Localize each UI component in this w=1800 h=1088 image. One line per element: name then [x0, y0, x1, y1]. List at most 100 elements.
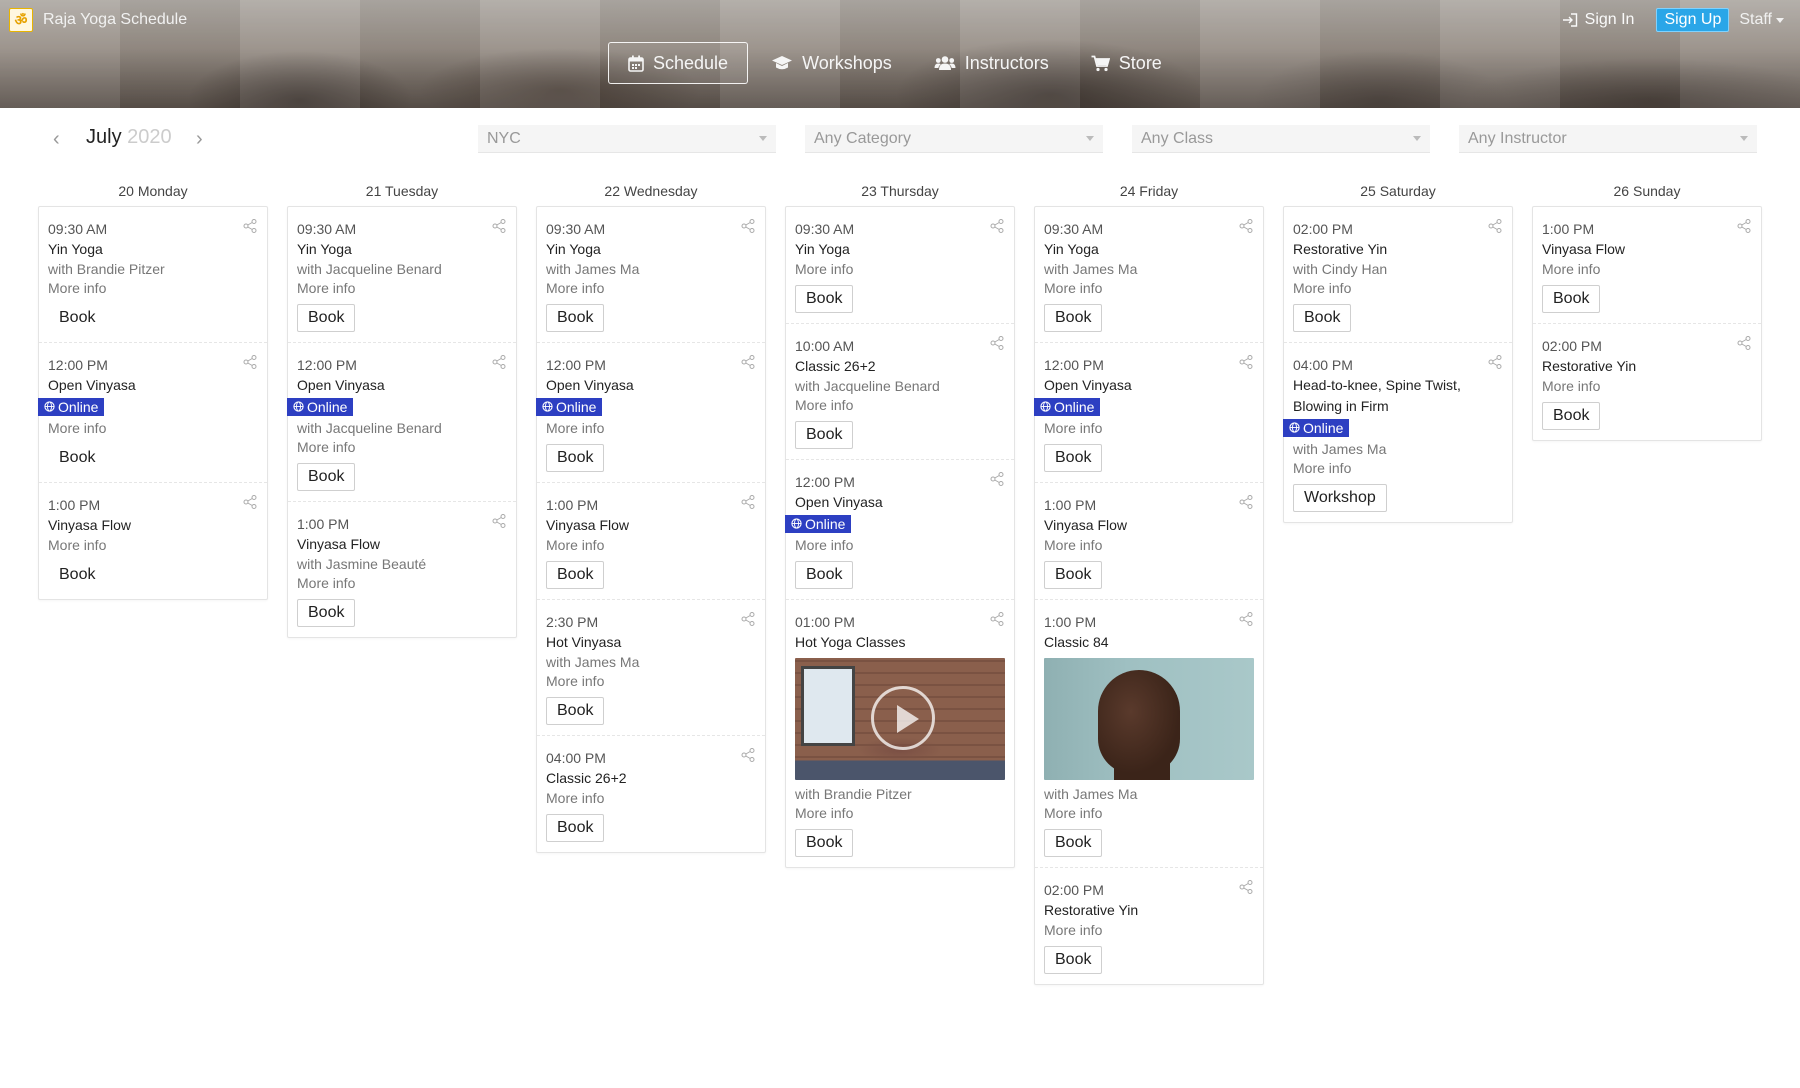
class-name[interactable]: Classic 26+2 — [795, 356, 1004, 377]
book-button[interactable]: Book — [546, 304, 605, 332]
class-name[interactable]: Restorative Yin — [1293, 239, 1502, 260]
class-name[interactable]: Hot Yoga Classes — [795, 632, 1004, 653]
class-name[interactable]: Open Vinyasa — [297, 375, 506, 396]
share-icon[interactable] — [243, 219, 257, 233]
class-name[interactable]: Restorative Yin — [1542, 356, 1751, 377]
more-info-link[interactable]: More info — [1542, 260, 1751, 279]
book-button[interactable]: Book — [297, 599, 356, 627]
class-instructor[interactable]: with Jasmine Beauté — [297, 555, 506, 574]
class-instructor[interactable]: with Brandie Pitzer — [795, 785, 1004, 804]
more-info-link[interactable]: More info — [546, 536, 755, 555]
more-info-link[interactable]: More info — [297, 438, 506, 457]
share-icon[interactable] — [1239, 495, 1253, 509]
share-icon[interactable] — [1239, 219, 1253, 233]
more-info-link[interactable]: More info — [795, 396, 1004, 415]
share-icon[interactable] — [741, 748, 755, 762]
more-info-link[interactable]: More info — [1293, 279, 1502, 298]
class-instructor[interactable]: with James Ma — [546, 653, 755, 672]
share-icon[interactable] — [1488, 219, 1502, 233]
more-info-link[interactable]: More info — [546, 279, 755, 298]
book-button[interactable]: Book — [1293, 304, 1352, 332]
class-name[interactable]: Vinyasa Flow — [1542, 239, 1751, 260]
more-info-link[interactable]: More info — [48, 419, 257, 438]
share-icon[interactable] — [492, 355, 506, 369]
sign-up-button[interactable]: Sign Up — [1656, 8, 1730, 32]
class-instructor[interactable]: with Brandie Pitzer — [48, 260, 257, 279]
class-name[interactable]: Yin Yoga — [1044, 239, 1253, 260]
share-icon[interactable] — [741, 612, 755, 626]
more-info-link[interactable]: More info — [546, 419, 755, 438]
more-info-link[interactable]: More info — [1044, 921, 1253, 940]
book-button[interactable]: Book — [1044, 444, 1103, 472]
class-instructor[interactable]: with James Ma — [546, 260, 755, 279]
share-icon[interactable] — [1239, 880, 1253, 894]
brand-logo-icon[interactable]: ॐ — [9, 8, 33, 32]
chevron-right-icon[interactable]: › — [196, 128, 203, 151]
class-video-thumbnail[interactable] — [795, 658, 1005, 780]
more-info-link[interactable]: More info — [795, 804, 1004, 823]
more-info-link[interactable]: More info — [48, 279, 257, 298]
more-info-link[interactable]: More info — [795, 260, 1004, 279]
more-info-link[interactable]: More info — [297, 279, 506, 298]
share-icon[interactable] — [243, 495, 257, 509]
book-button[interactable]: Book — [546, 444, 605, 472]
share-icon[interactable] — [990, 472, 1004, 486]
share-icon[interactable] — [741, 219, 755, 233]
share-icon[interactable] — [1488, 355, 1502, 369]
class-name[interactable]: Classic 26+2 — [546, 768, 755, 789]
class-name[interactable]: Open Vinyasa — [546, 375, 755, 396]
more-info-link[interactable]: More info — [1044, 419, 1253, 438]
class-name[interactable]: Head-to-knee, Spine Twist, Blowing in Fi… — [1293, 375, 1502, 417]
class-instructor[interactable]: with Jacqueline Benard — [795, 377, 1004, 396]
staff-menu[interactable]: Staff — [1739, 11, 1784, 29]
class-name[interactable]: Yin Yoga — [546, 239, 755, 260]
play-icon[interactable] — [871, 686, 935, 750]
class-name[interactable]: Vinyasa Flow — [48, 515, 257, 536]
book-button[interactable]: Book — [48, 444, 107, 472]
sign-in-link[interactable]: Sign In — [1562, 11, 1634, 29]
share-icon[interactable] — [990, 219, 1004, 233]
book-button[interactable]: Book — [297, 304, 356, 332]
more-info-link[interactable]: More info — [1044, 279, 1253, 298]
book-button[interactable]: Book — [795, 285, 854, 313]
brand-title[interactable]: Raja Yoga Schedule — [43, 11, 187, 29]
book-button[interactable]: Book — [1044, 304, 1103, 332]
chevron-left-icon[interactable]: ‹ — [53, 128, 60, 151]
class-name[interactable]: Vinyasa Flow — [1044, 515, 1253, 536]
book-button[interactable]: Book — [1044, 946, 1103, 974]
book-button[interactable]: Book — [546, 697, 605, 725]
class-name[interactable]: Yin Yoga — [297, 239, 506, 260]
book-button[interactable]: Book — [795, 561, 854, 589]
nav-instructors[interactable]: Instructors — [915, 42, 1068, 84]
share-icon[interactable] — [243, 355, 257, 369]
share-icon[interactable] — [1239, 355, 1253, 369]
more-info-link[interactable]: More info — [297, 574, 506, 593]
class-name[interactable]: Yin Yoga — [48, 239, 257, 260]
class-name[interactable]: Open Vinyasa — [48, 375, 257, 396]
more-info-link[interactable]: More info — [546, 789, 755, 808]
more-info-link[interactable]: More info — [48, 536, 257, 555]
book-button[interactable]: Book — [48, 561, 107, 589]
book-button[interactable]: Book — [48, 304, 107, 332]
nav-workshops[interactable]: Workshops — [752, 42, 911, 84]
more-info-link[interactable]: More info — [795, 536, 1004, 555]
category-select[interactable]: Any Category — [805, 125, 1103, 153]
book-button[interactable]: Book — [795, 421, 854, 449]
instructor-select[interactable]: Any Instructor — [1459, 125, 1757, 153]
class-name[interactable]: Restorative Yin — [1044, 900, 1253, 921]
book-button[interactable]: Book — [1044, 561, 1103, 589]
class-instructor[interactable]: with James Ma — [1044, 260, 1253, 279]
class-instructor[interactable]: with Cindy Han — [1293, 260, 1502, 279]
share-icon[interactable] — [492, 514, 506, 528]
share-icon[interactable] — [741, 355, 755, 369]
share-icon[interactable] — [990, 336, 1004, 350]
workshop-button[interactable]: Workshop — [1293, 484, 1387, 512]
more-info-link[interactable]: More info — [1293, 459, 1502, 478]
class-select[interactable]: Any Class — [1132, 125, 1430, 153]
share-icon[interactable] — [741, 495, 755, 509]
book-button[interactable]: Book — [1044, 829, 1103, 857]
share-icon[interactable] — [1737, 219, 1751, 233]
class-name[interactable]: Yin Yoga — [795, 239, 1004, 260]
book-button[interactable]: Book — [1542, 402, 1601, 430]
nav-schedule[interactable]: Schedule — [608, 42, 749, 84]
